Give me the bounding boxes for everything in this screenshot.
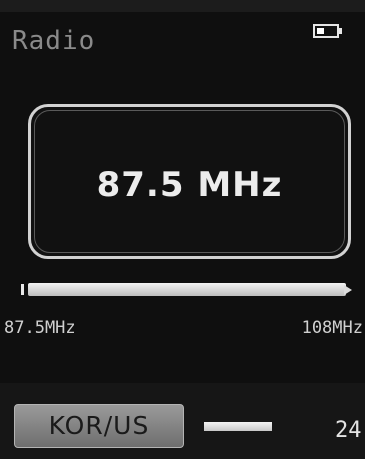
tuner-track-arrow-icon [344,285,352,295]
signal-indicator [204,422,272,431]
tuner-slider-track[interactable] [28,283,346,296]
battery-terminal [339,28,342,34]
page-title: Radio [12,26,96,56]
region-button[interactable]: KOR/US [14,404,184,448]
frequency-readout: 87.5 MHz [96,165,283,205]
range-min-label: 87.5MHz [4,318,76,338]
frequency-display-panel: 87.5 MHz [28,104,351,259]
battery-icon [313,24,339,38]
channel-number: 24 [335,418,362,443]
radio-screen: Radio 87.5 MHz 87.5MHz 108MHz KOR/US 24 [0,0,365,459]
region-button-label: KOR/US [48,411,150,440]
range-max-label: 108MHz [301,318,363,338]
tuner-position-marker[interactable] [21,284,24,295]
battery-level-fill [317,28,324,34]
top-strip [0,0,365,12]
